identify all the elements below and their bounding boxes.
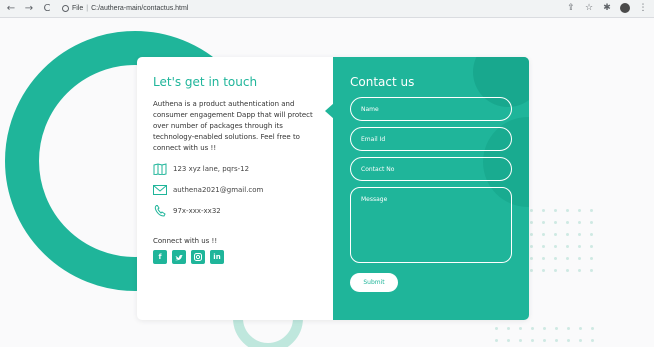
phone-text: 97x-xxx-xx32 [173, 207, 221, 215]
profile-avatar[interactable] [620, 3, 630, 13]
decorative-dots-bottom [495, 327, 594, 342]
address-row: 123 xyz lane, pqrs-12 [153, 163, 316, 175]
reload-icon[interactable]: C [40, 2, 54, 16]
address-url: C:/authera-main/contactus.html [91, 5, 189, 12]
menu-icon[interactable]: ⋮ [638, 3, 648, 13]
twitter-icon[interactable] [172, 250, 186, 264]
share-icon[interactable]: ⇪ [566, 3, 576, 13]
connect-label: Connect with us !! [153, 237, 218, 245]
back-icon[interactable]: ← [4, 2, 18, 16]
instagram-icon[interactable] [191, 250, 205, 264]
name-input[interactable]: Name [350, 97, 512, 121]
form-title: Contact us [350, 75, 415, 89]
social-links: f in [153, 250, 316, 264]
extensions-icon[interactable]: ✱ [602, 3, 612, 13]
contact-title: Let's get in touch [153, 75, 258, 89]
linkedin-icon[interactable]: in [210, 250, 224, 264]
address-bar[interactable]: File | C:/authera-main/contactus.html [62, 5, 188, 12]
address-file-label: File [72, 5, 84, 12]
mail-icon [153, 184, 167, 196]
contact-description: Authena is a product authentication and … [153, 100, 313, 152]
map-icon [153, 163, 167, 175]
contact-card: Let's get in touch Authena is a product … [137, 57, 529, 320]
bookmark-star-icon[interactable]: ☆ [584, 3, 594, 13]
email-input[interactable]: Email Id [350, 127, 512, 151]
decorative-dots [530, 209, 593, 272]
info-icon[interactable] [62, 5, 69, 12]
email-row: authena2021@gmail.com [153, 184, 316, 196]
phone-row: 97x-xxx-xx32 [153, 205, 316, 217]
address-separator: | [86, 5, 89, 12]
forward-icon[interactable]: → [22, 2, 36, 16]
submit-button[interactable]: Submit [350, 273, 398, 292]
contact-number-input[interactable]: Contact No [350, 157, 512, 181]
page-background: Let's get in touch Authena is a product … [0, 19, 654, 347]
address-text: 123 xyz lane, pqrs-12 [173, 165, 250, 173]
message-textarea[interactable]: Message [350, 187, 512, 263]
phone-icon [153, 205, 167, 217]
browser-toolbar: ← → C File | C:/authera-main/contactus.h… [0, 0, 654, 18]
facebook-icon[interactable]: f [153, 250, 167, 264]
contact-form-panel: Contact us Name Email Id Contact No Mess… [333, 57, 529, 320]
email-text[interactable]: authena2021@gmail.com [173, 186, 263, 194]
contact-info-panel: Let's get in touch Authena is a product … [137, 57, 332, 320]
